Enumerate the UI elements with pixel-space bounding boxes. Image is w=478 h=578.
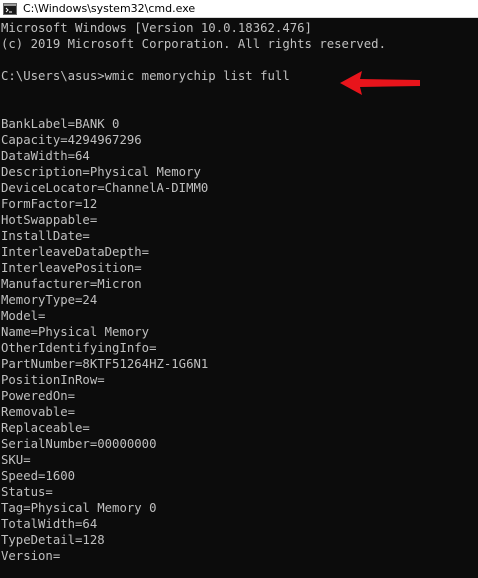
output-line: TypeDetail=128 bbox=[1, 533, 105, 547]
output-line: Status= bbox=[1, 485, 53, 499]
output-line: Speed=1600 bbox=[1, 469, 76, 483]
output-line: OtherIdentifyingInfo= bbox=[1, 341, 157, 355]
console-output[interactable]: Microsoft Windows [Version 10.0.18362.47… bbox=[0, 18, 478, 578]
command-prompt-line: C:\Users\asus>wmic memorychip list full bbox=[1, 69, 290, 83]
output-line: Manufacturer=Micron bbox=[1, 277, 142, 291]
output-line: SKU= bbox=[1, 453, 31, 467]
output-line: SerialNumber=00000000 bbox=[1, 437, 157, 451]
output-line: Replaceable= bbox=[1, 421, 90, 435]
window-title: C:\Windows\system32\cmd.exe bbox=[23, 1, 196, 15]
cmd-window: C:\Windows\system32\cmd.exe Microsoft Wi… bbox=[0, 0, 478, 578]
output-line: BankLabel=BANK 0 bbox=[1, 117, 120, 131]
output-line: Capacity=4294967296 bbox=[1, 133, 142, 147]
title-bar[interactable]: C:\Windows\system32\cmd.exe bbox=[0, 0, 478, 18]
output-line: Version= bbox=[1, 549, 61, 563]
output-line: Removable= bbox=[1, 405, 76, 419]
console-header-line: (c) 2019 Microsoft Corporation. All righ… bbox=[1, 37, 386, 51]
output-line: DeviceLocator=ChannelA-DIMM0 bbox=[1, 181, 209, 195]
cmd-icon bbox=[3, 2, 17, 15]
output-line: Name=Physical Memory bbox=[1, 325, 150, 339]
output-line: PositionInRow= bbox=[1, 373, 105, 387]
output-line: Model= bbox=[1, 309, 46, 323]
console-header-line: Microsoft Windows [Version 10.0.18362.47… bbox=[1, 21, 312, 35]
output-line: DataWidth=64 bbox=[1, 149, 90, 163]
output-line: HotSwappable= bbox=[1, 213, 98, 227]
output-line: Description=Physical Memory bbox=[1, 165, 201, 179]
output-line: InterleavePosition= bbox=[1, 261, 142, 275]
output-line: InstallDate= bbox=[1, 229, 90, 243]
output-line: MemoryType=24 bbox=[1, 293, 98, 307]
output-line: TotalWidth=64 bbox=[1, 517, 98, 531]
output-line: PoweredOn= bbox=[1, 389, 76, 403]
left-arrow-icon bbox=[340, 71, 420, 95]
output-line: Tag=Physical Memory 0 bbox=[1, 501, 157, 515]
output-line: PartNumber=8KTF51264HZ-1G6N1 bbox=[1, 357, 209, 371]
output-line: InterleaveDataDepth= bbox=[1, 245, 150, 259]
output-line: FormFactor=12 bbox=[1, 197, 98, 211]
